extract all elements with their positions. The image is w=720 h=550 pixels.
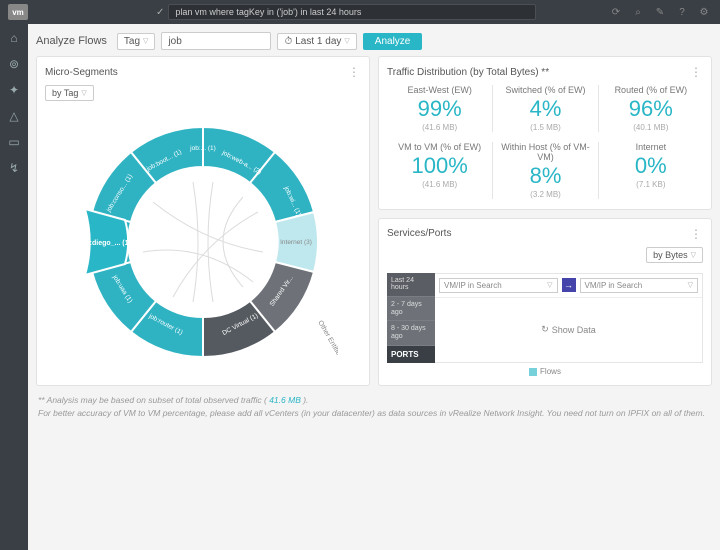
search-input[interactable] (168, 4, 536, 20)
home-icon[interactable]: ⌂ (6, 30, 22, 46)
settings-icon[interactable]: ⚙ (696, 4, 712, 20)
dst-vm-select[interactable]: VM/IP in Search▽ (580, 278, 699, 293)
path-icon[interactable]: ↯ (6, 160, 22, 176)
kebab-icon[interactable]: ⋮ (690, 227, 703, 241)
tab-24h[interactable]: Last 24 hours (387, 273, 435, 297)
micro-segments-panel: Micro-Segments ⋮ by Tag▽ (36, 56, 370, 386)
ports-label: PORTS (387, 346, 435, 363)
show-data-button[interactable]: ↻Show Data (435, 298, 702, 362)
help-icon[interactable]: ? (674, 4, 690, 20)
by-tag-dropdown[interactable]: by Tag▽ (45, 85, 94, 101)
sidebar: ⌂ ⊚ ✦ △ ▭ ↯ (0, 24, 28, 550)
monitor-icon[interactable]: ▭ (6, 134, 22, 150)
globe-icon[interactable]: ⊚ (6, 56, 22, 72)
flows-legend: Flows (387, 367, 703, 376)
alert-icon[interactable]: △ (6, 108, 22, 124)
tab-7d[interactable]: 2 - 7 days ago (387, 297, 435, 321)
metric-switched: Switched (% of EW)4%(1.5 MB) (492, 85, 597, 132)
search-icon[interactable]: ⌕ (630, 4, 646, 20)
page-title: Analyze Flows (36, 35, 107, 47)
tab-30d[interactable]: 8 - 30 days ago (387, 321, 435, 345)
src-vm-select[interactable]: VM/IP in Search▽ (439, 278, 558, 293)
traffic-title: Traffic Distribution (by Total Bytes) ** (387, 67, 549, 78)
kebab-icon[interactable]: ⋮ (348, 65, 361, 79)
time-tabs: Last 24 hours 2 - 7 days ago 8 - 30 days… (387, 273, 435, 363)
svg-text:Internet (3): Internet (3) (280, 239, 312, 246)
by-bytes-dropdown[interactable]: by Bytes▽ (646, 247, 703, 263)
svg-text:job:diego_... (1): job:diego_... (1) (78, 240, 131, 247)
metric-vmvm: VM to VM (% of EW)100%(41.6 MB) (387, 142, 492, 199)
kebab-icon[interactable]: ⋮ (690, 65, 703, 79)
pin-icon[interactable]: ✎ (652, 4, 668, 20)
metrics-grid: East-West (EW)99%(41.6 MB) Switched (% o… (387, 85, 703, 199)
check-icon: ✓ (156, 7, 164, 18)
micro-segments-chart[interactable]: job:diego_... (1) job:web-a... (45, 107, 361, 377)
main: Analyze Flows Tag▽ ⏱Last 1 day▽ Analyze … (28, 24, 720, 550)
vmware-logo: vm (8, 4, 28, 20)
analyze-toolbar: Analyze Flows Tag▽ ⏱Last 1 day▽ Analyze (36, 32, 712, 50)
micro-segments-title: Micro-Segments (45, 67, 118, 78)
footnote: ** Analysis may be based on subset of to… (36, 386, 712, 420)
filter-value[interactable] (161, 32, 271, 50)
metric-routed: Routed (% of EW)96%(40.1 MB) (598, 85, 703, 132)
time-range[interactable]: ⏱Last 1 day▽ (277, 33, 356, 50)
metric-internet: Internet0%(7.1 KB) (598, 142, 703, 199)
metric-host: Within Host (% of VM-VM)8%(3.2 MB) (492, 142, 597, 199)
svg-text:job:... (1): job:... (1) (189, 145, 216, 152)
svg-text:Other Entities: Other Entities (316, 320, 338, 361)
services-title: Services/Ports (387, 228, 451, 239)
global-search: ✓ (156, 4, 536, 20)
arrow-icon: → (562, 278, 576, 292)
filter-type[interactable]: Tag▽ (117, 33, 156, 50)
bulb-icon[interactable]: ✦ (6, 82, 22, 98)
topbar: vm ✓ ⟳ ⌕ ✎ ? ⚙ (0, 0, 720, 24)
traffic-distribution-panel: Traffic Distribution (by Total Bytes) **… (378, 56, 712, 210)
analyze-button[interactable]: Analyze (363, 33, 423, 50)
history-icon[interactable]: ⟳ (608, 4, 624, 20)
services-ports-panel: Services/Ports ⋮ by Bytes▽ Last 24 hours… (378, 218, 712, 386)
metric-ew: East-West (EW)99%(41.6 MB) (387, 85, 492, 132)
